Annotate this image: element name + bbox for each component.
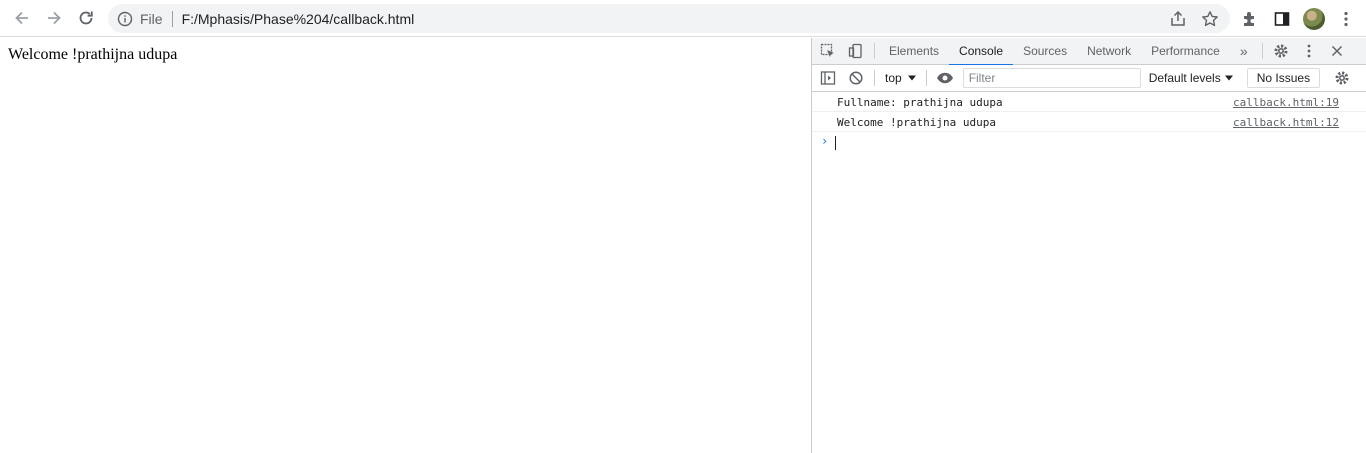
address-url[interactable]: F:/Mphasis/Phase%204/callback.html bbox=[182, 11, 415, 27]
prompt-chevron-icon: › bbox=[821, 134, 829, 148]
page-welcome-text: Welcome !prathijna udupa bbox=[8, 46, 178, 63]
reload-icon bbox=[79, 11, 93, 25]
console-log-source-link[interactable]: callback.html:12 bbox=[1233, 116, 1339, 129]
forward-button[interactable] bbox=[38, 2, 70, 34]
issues-label: No Issues bbox=[1256, 71, 1311, 85]
tab-sources[interactable]: Sources bbox=[1013, 38, 1077, 65]
tab-performance[interactable]: Performance bbox=[1141, 38, 1230, 65]
arrow-left-icon bbox=[15, 11, 28, 25]
extensions-puzzle-icon[interactable] bbox=[1234, 4, 1266, 33]
share-icon[interactable] bbox=[1164, 5, 1192, 33]
toolbar-divider bbox=[874, 70, 875, 86]
console-sidebar-icon[interactable] bbox=[814, 65, 842, 91]
page-viewport: Welcome !prathijna udupa bbox=[0, 38, 811, 453]
devtools-panel: Elements Console Sources Network Perform… bbox=[811, 38, 1366, 453]
bookmark-star-icon[interactable] bbox=[1196, 5, 1224, 33]
info-icon[interactable] bbox=[117, 11, 133, 27]
avatar bbox=[1303, 7, 1325, 30]
console-toolbar: top Filter Default levels No Issues bbox=[812, 65, 1366, 92]
browser-menu-kebab-icon[interactable] bbox=[1330, 4, 1362, 33]
log-levels-label: Default levels bbox=[1148, 71, 1221, 85]
devtools-tabbar: Elements Console Sources Network Perform… bbox=[812, 38, 1366, 66]
console-log-message: Fullname: prathijna udupa bbox=[837, 96, 1003, 109]
console-log-row: Fullname: prathijna udupa callback.html:… bbox=[812, 92, 1366, 112]
issues-button[interactable]: No Issues bbox=[1246, 68, 1321, 88]
console-log-message: Welcome !prathijna udupa bbox=[837, 116, 996, 129]
live-expression-eye-icon[interactable] bbox=[931, 65, 959, 91]
tab-console[interactable]: Console bbox=[949, 38, 1014, 66]
reload-button[interactable] bbox=[70, 2, 102, 34]
side-panel-icon[interactable] bbox=[1266, 4, 1298, 33]
device-toolbar-icon[interactable] bbox=[842, 38, 870, 64]
context-select[interactable]: top bbox=[879, 68, 922, 88]
input-caret bbox=[835, 136, 836, 150]
address-separator bbox=[171, 10, 173, 27]
devtools-close-icon[interactable] bbox=[1323, 38, 1351, 64]
devtools-settings-gear-icon[interactable] bbox=[1267, 38, 1295, 64]
address-scheme: File bbox=[140, 10, 163, 27]
browser-toolbar: File F:/Mphasis/Phase%204/callback.html bbox=[0, 0, 1366, 37]
console-settings-gear-icon[interactable] bbox=[1328, 65, 1356, 91]
clear-console-icon[interactable] bbox=[842, 65, 870, 91]
inspect-element-icon[interactable] bbox=[814, 38, 842, 64]
console-output: Fullname: prathijna udupa callback.html:… bbox=[812, 92, 1366, 453]
console-log-source-link[interactable]: callback.html:19 bbox=[1233, 96, 1339, 109]
tab-network[interactable]: Network bbox=[1077, 38, 1141, 65]
caret-down-icon bbox=[907, 71, 916, 85]
back-button[interactable] bbox=[6, 2, 38, 34]
console-log-row: Welcome !prathijna udupa callback.html:1… bbox=[812, 112, 1366, 132]
toolbar-divider bbox=[925, 70, 927, 86]
console-filter-input[interactable]: Filter bbox=[962, 68, 1141, 88]
tab-elements[interactable]: Elements bbox=[879, 38, 949, 65]
log-levels-dropdown[interactable]: Default levels bbox=[1149, 71, 1233, 85]
devtools-menu-kebab-icon[interactable] bbox=[1295, 38, 1323, 64]
context-select-value: top bbox=[885, 71, 902, 85]
caret-down-icon bbox=[1224, 71, 1233, 85]
tab-divider bbox=[874, 43, 875, 59]
arrow-right-icon bbox=[48, 11, 61, 25]
tab-divider bbox=[1261, 43, 1263, 59]
console-prompt[interactable]: › bbox=[812, 132, 1366, 152]
address-bar[interactable]: File F:/Mphasis/Phase%204/callback.html bbox=[108, 4, 1230, 33]
profile-avatar[interactable] bbox=[1298, 4, 1330, 33]
more-tabs-chevron-icon[interactable]: » bbox=[1230, 38, 1258, 64]
filter-placeholder: Filter bbox=[968, 71, 996, 85]
